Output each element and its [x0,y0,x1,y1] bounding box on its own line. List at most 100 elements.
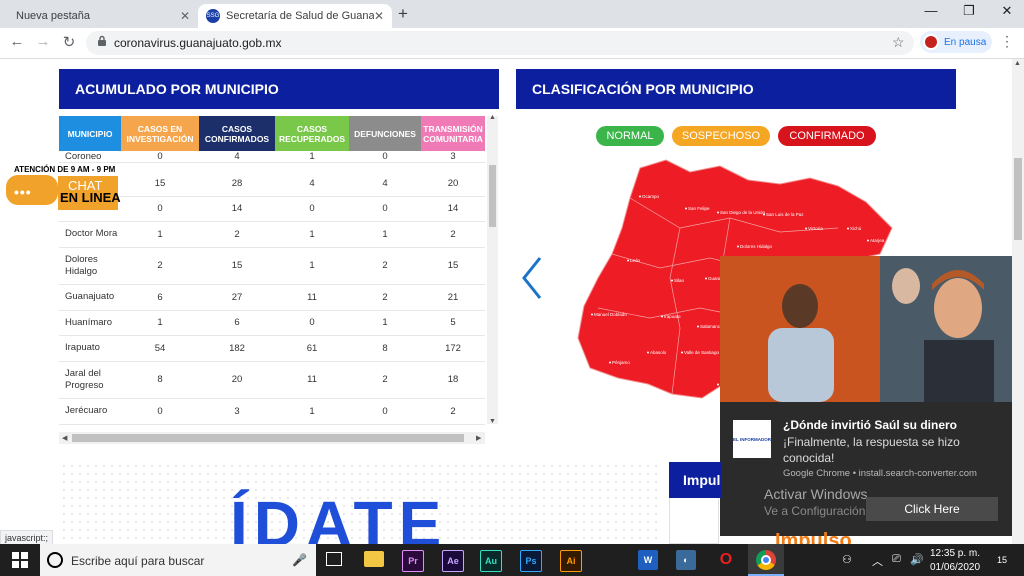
table-scroll-right-icon[interactable]: ▶ [476,434,481,442]
tab-new[interactable]: Nueva pestaña ✕ [8,4,198,28]
ad-photo[interactable] [720,256,1012,402]
adobe-au-icon[interactable]: Au [480,550,502,572]
minimize-icon[interactable]: — [916,3,946,18]
column-header[interactable]: CASOS EN INVESTIGACIÓN [121,116,199,151]
background-dot [631,529,633,531]
background-dot [143,465,145,467]
profile-paused-button[interactable]: En pausa [920,31,992,53]
table-vertical-scrollbar[interactable] [487,116,498,424]
adobe-ae-icon[interactable]: Ae [442,550,464,572]
background-dot [175,489,177,491]
forward-icon[interactable]: → [34,33,52,50]
table-vertical-thumb[interactable] [489,165,496,227]
table-scroll-up-icon[interactable]: ▲ [489,114,496,121]
background-dot [415,465,417,467]
background-dot [471,537,473,539]
taskbar-search-placeholder[interactable]: Escribe aquí para buscar [71,554,204,568]
windows-start-icon[interactable] [0,544,40,576]
page-scrollbar[interactable] [1012,59,1024,544]
tab-salud[interactable]: SSG Secretaría de Salud de Guanajuato ✕ [198,4,392,28]
network-icon[interactable]: ⎚ [892,553,901,566]
map-municipio-label: Dolores Hidalgo [740,244,773,249]
background-dot [535,513,537,515]
taskbar-time[interactable]: 12:35 p. m. [930,548,980,559]
background-dot [223,513,225,515]
background-dot [399,473,401,475]
background-dot [639,529,641,531]
word-icon[interactable]: W [638,550,658,570]
table-row: Guanajuato 6 27 11 2 21 [59,284,485,311]
column-header[interactable]: DEFUNCIONES [349,116,421,151]
column-header[interactable]: CASOS RECUPERADOS [275,116,349,151]
back-icon[interactable]: ← [8,33,26,50]
adobe-pr-icon[interactable]: Pr [402,550,424,572]
table-scroll-left-icon[interactable]: ◀ [62,434,67,442]
chat-label-line2[interactable]: EN LINEA [60,190,121,205]
background-dot [655,529,657,531]
background-dot [135,513,137,515]
ad-title[interactable]: ¿Dónde invirtió Saúl su dinero [783,418,957,432]
url-text[interactable]: coronavirus.guanajuato.gob.mx [114,36,281,50]
background-dot [127,465,129,467]
background-dot [271,473,273,475]
table-row: Jerécuaro 0 3 1 0 2 [59,398,485,425]
background-dot [103,497,105,499]
window-close-icon[interactable]: ✕ [992,3,1022,19]
kebab-menu-icon[interactable]: ⋮ [1000,33,1014,50]
background-dot [647,513,649,515]
background-dot [647,505,649,507]
adobe-ai-icon[interactable]: Ai [560,550,582,572]
scroll-up-icon[interactable]: ▲ [1014,60,1021,67]
tray-expand-icon[interactable]: ︿ [872,553,883,569]
bookmark-star-icon[interactable]: ☆ [892,34,905,51]
notification-center-icon[interactable]: 15 [992,551,1012,569]
file-explorer-icon[interactable] [364,551,384,567]
background-dot [143,513,145,515]
lock-icon[interactable] [97,35,107,49]
background-dot [527,489,529,491]
maximize-icon[interactable]: ❐ [954,3,984,19]
new-tab-icon[interactable]: + [398,4,408,24]
adobe-ps-icon[interactable]: Ps [520,550,542,572]
defunciones-cell: 8 [382,342,388,354]
background-dot [455,489,457,491]
volume-icon[interactable]: 🔊 [910,553,924,566]
task-view-icon[interactable] [326,552,342,566]
background-dot [623,465,625,467]
column-header[interactable]: CASOS CONFIRMADOS [199,116,275,151]
click-here-button[interactable]: Click Here [866,497,998,521]
taskbar-date[interactable]: 01/06/2020 [930,562,980,573]
background-dot [623,513,625,515]
close-icon[interactable]: ✕ [180,9,190,23]
background-dot [591,473,593,475]
chat-dots[interactable]: ••• [14,184,32,200]
background-dot [471,473,473,475]
table-scroll-down-icon[interactable]: ▼ [489,418,496,425]
page-scroll-thumb[interactable] [1014,158,1022,240]
table-horizontal-thumb[interactable] [72,434,464,442]
people-icon[interactable]: ⚇ [842,553,852,566]
background-dot [151,521,153,523]
background-dot [519,521,521,523]
column-header[interactable]: MUNICIPIO [59,116,121,151]
background-dot [319,473,321,475]
background-dot [359,465,361,467]
background-dot [471,465,473,467]
background-dot [127,521,129,523]
carousel-prev-icon[interactable] [518,254,548,302]
background-dot [215,537,217,539]
background-dot [63,489,65,491]
background-dot [527,465,529,467]
background-dot [159,465,161,467]
opera-icon[interactable]: O [716,550,736,570]
close-icon[interactable]: ✕ [374,9,384,23]
background-dot [455,537,457,539]
background-dot [151,465,153,467]
app-icon[interactable]: ◐ [676,550,696,570]
background-dot [471,489,473,491]
background-dot [191,497,193,499]
cortana-icon[interactable] [47,552,63,568]
microphone-icon[interactable]: 🎤 [292,553,307,567]
reload-icon[interactable]: ↻ [60,33,78,51]
column-header[interactable]: TRANSMISIÓN COMUNITARIA [421,116,485,151]
